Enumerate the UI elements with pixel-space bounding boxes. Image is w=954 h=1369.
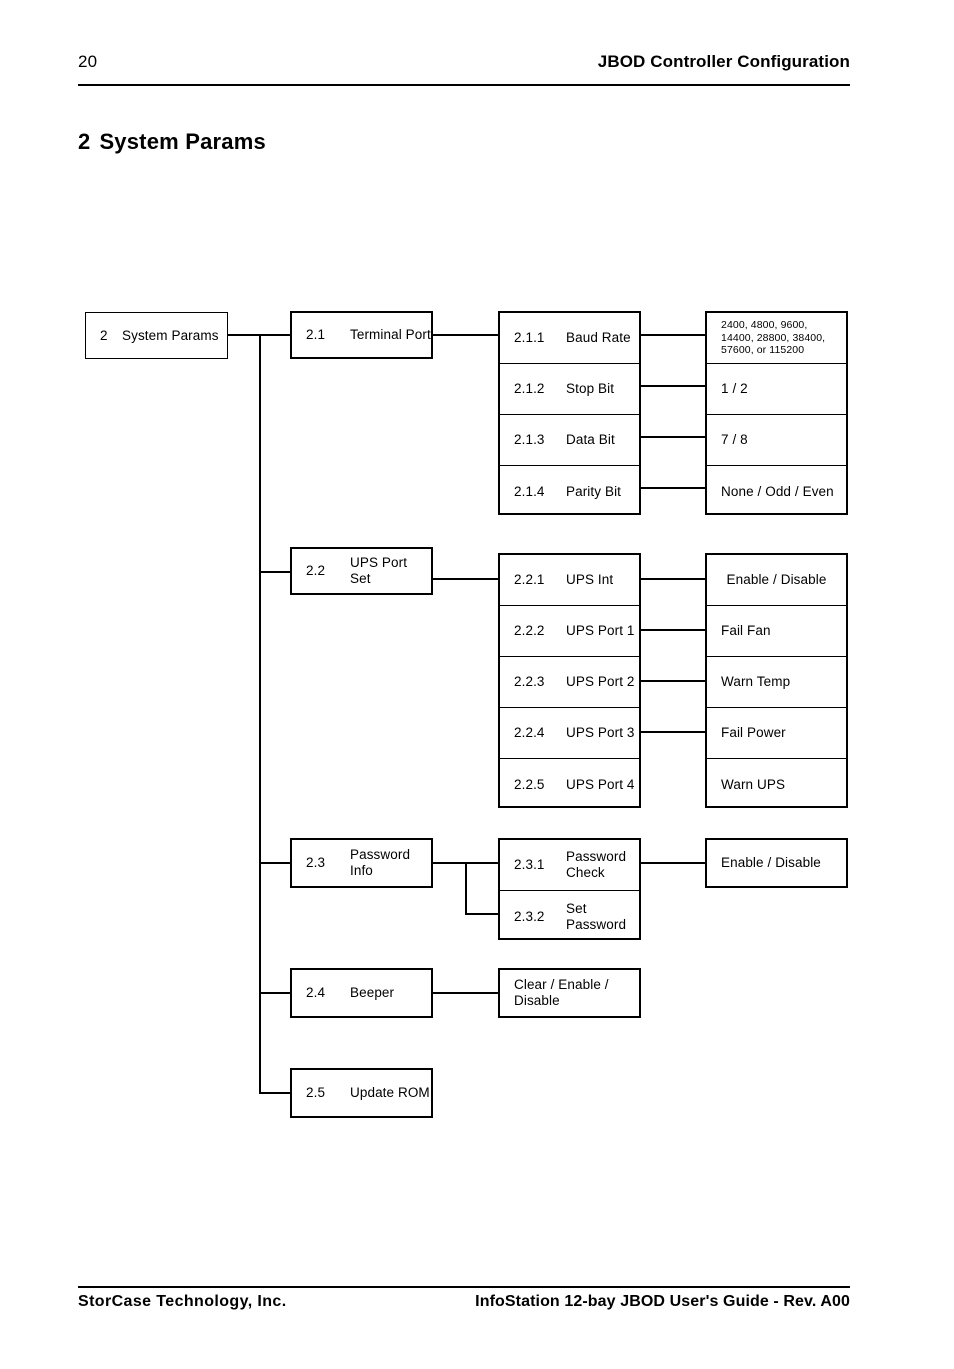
connector-trunk-to-terminal-port [259,334,290,336]
node-index: 2.5 [306,1085,326,1100]
node-label: Beeper [350,985,395,1000]
node-index: 2.3.2 [514,908,545,924]
connector-stop-bit-to-value [641,385,705,387]
connector-root-out [228,334,259,336]
value-password-check: Enable / Disable [705,838,848,888]
node-index: 2.1.2 [514,381,545,396]
node-index: 2.3 [306,855,326,870]
connector-to-password-check [465,862,498,864]
connector-ups-port-2-to-value [641,680,705,682]
node-label: UPS Port Set [350,555,408,586]
value-ups-port-1: Fail Fan [707,606,846,657]
node-set-password: 2.3.2 Set Password [500,891,639,942]
node-terminal-port: 2.1 Terminal Port [290,311,433,359]
node-index: 2.4 [306,985,326,1000]
value-data-bit: 7 / 8 [707,415,846,466]
node-label: Terminal Port [350,327,431,342]
node-index: 2.1.4 [514,483,545,499]
node-label: Set Password [566,900,627,932]
node-index: 2.1.1 [514,330,545,345]
node-label: Password Info [350,847,411,878]
stack-terminal-port-items: 2.1.1 Baud Rate 2.1.2 Stop Bit 2.1.3 Data B… [498,311,641,515]
node-index: 2 [100,327,108,343]
value-beeper: Clear / Enable / Disable [498,968,641,1018]
connector-parity-bit-to-value [641,487,705,489]
node-index: 2.1 [306,327,326,342]
node-label: UPS Port 2 [566,674,635,689]
stack-ups-values: Enable / Disable Fail Fan Warn Temp Fail… [705,553,848,808]
value-ups-port-2: Warn Temp [707,657,846,708]
node-stop-bit: 2.1.2 Stop Bit [500,364,639,415]
connector-trunk-to-update-rom [259,1092,290,1094]
node-label: UPS Int [566,572,614,587]
value-parity-bit: None / Odd / Even [721,483,834,499]
node-label: UPS Port 3 [566,725,635,740]
value-ups-port-3: Fail Power [707,708,846,759]
page-footer: StorCase Technology, Inc. InfoStation 12… [78,1293,850,1317]
connector-terminal-port-to-children [433,334,498,336]
node-index: 2.2.2 [514,623,545,638]
connector-ups-port-3-to-value [641,731,705,733]
node-index: 2.2.4 [514,725,545,740]
node-data-bit: 2.1.3 Data Bit [500,415,639,466]
node-ups-int: 2.2.1 UPS Int [500,555,639,606]
node-ups-port-3: 2.2.4 UPS Port 3 [500,708,639,759]
node-index: 2.2.3 [514,674,545,689]
node-index: 2.2 [306,563,326,578]
node-ups-port-2: 2.2.3 UPS Port 2 [500,657,639,708]
stack-password-items: 2.3.1 Password Check 2.3.2 Set Password [498,838,641,940]
stack-terminal-port-values: 2400, 4800, 9600, 14400, 28800, 38400, 5… [705,311,848,515]
node-index: 2.2.1 [514,572,545,587]
node-label: UPS Port 4 [566,776,635,792]
node-label: Data Bit [566,432,615,447]
node-index: 2.3.1 [514,857,545,872]
node-baud-rate: 2.1.1 Baud Rate [500,313,639,364]
node-label: Parity Bit [566,483,622,499]
connector-password-check-to-value [641,862,705,864]
connector-baud-rate-to-value [641,334,705,336]
node-password-info: 2.3 Password Info [290,838,433,888]
menu-tree-diagram: 2 System Params 2.1 Terminal Port 2.1.1 Bau… [0,0,954,1369]
connector-to-set-password [465,913,498,915]
node-label: Password Check [566,849,627,880]
value-ups-port-4: Warn UPS [721,776,786,792]
node-update-rom: 2.5 Update ROM [290,1068,433,1118]
node-parity-bit: 2.1.4 Parity Bit [500,466,639,517]
node-index: 2.2.5 [514,776,545,792]
node-label: Stop Bit [566,381,615,396]
connector-ups-int-to-value [641,578,705,580]
connector-ups-port-set-to-children [433,578,498,580]
connector-trunk-to-ups-port-set [259,571,290,573]
connector-beeper-to-value [433,992,498,994]
value-stop-bit: 1 / 2 [707,364,846,415]
node-ups-port-1: 2.2.2 UPS Port 1 [500,606,639,657]
node-system-params: 2 System Params [85,312,228,359]
node-label: UPS Port 1 [566,623,635,638]
connector-password-info-out [433,862,466,864]
node-password-check: 2.3.1 Password Check [500,840,639,891]
connector-data-bit-to-value [641,436,705,438]
stack-ups-items: 2.2.1 UPS Int 2.2.2 UPS Port 1 2.2.3 UPS Po… [498,553,641,808]
connector-trunk-vertical [259,334,261,1093]
node-label: System Params [122,327,219,343]
value-baud-rate: 2400, 4800, 9600, 14400, 28800, 38400, 5… [707,313,846,364]
node-label: Baud Rate [566,330,631,345]
node-index: 2.1.3 [514,432,545,447]
node-label: Update ROM [350,1085,430,1100]
footer-rule [78,1286,850,1288]
node-beeper: 2.4 Beeper [290,968,433,1018]
footer-company: StorCase Technology, Inc. [78,1293,287,1310]
connector-ups-port-1-to-value [641,629,705,631]
connector-trunk-to-password-info [259,862,290,864]
footer-document: InfoStation 12-bay JBOD User's Guide - R… [475,1293,850,1310]
node-ups-port-set: 2.2 UPS Port Set [290,547,433,595]
connector-trunk-to-beeper [259,992,290,994]
node-ups-port-4: 2.2.5 UPS Port 4 [500,759,639,810]
connector-password-split-vertical [465,862,467,913]
value-ups-int: Enable / Disable [707,555,846,606]
